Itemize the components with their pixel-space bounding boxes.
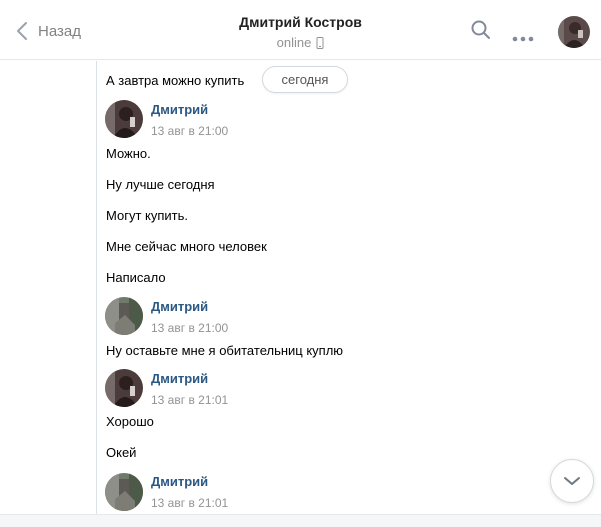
message-text: Можно. [106,146,151,161]
message-text: Окей [106,445,137,460]
avatar[interactable] [105,100,143,138]
scroll-to-bottom-button[interactable] [550,459,594,503]
message-time[interactable]: 13 авг в 21:00 [151,321,228,335]
chevron-left-icon [17,22,27,40]
message-text: Могут купить. [106,208,188,223]
message-text: Хорошо [106,414,154,429]
avatar[interactable] [105,297,143,335]
composer-bar [0,514,601,527]
mobile-phone-icon [316,36,324,49]
avatar[interactable] [105,369,143,407]
back-button[interactable]: Назад [16,18,81,44]
online-status: online [277,35,325,50]
message-text: Ну лучше сегодня [106,177,215,192]
search-icon [471,20,490,39]
search-button[interactable] [471,20,491,45]
header-avatar[interactable] [558,16,590,48]
message-text: Ну оставьте мне я обитательниц куплю [106,343,344,358]
history-divider [96,61,97,514]
chat-title: Дмитрий Костров [239,14,362,30]
sender-name[interactable]: Дмитрий [151,371,208,386]
message-text: А завтра можно купить [106,73,245,88]
avatar[interactable] [105,473,143,511]
message-text: Мне сейчас много человек [106,239,267,254]
chat-title-block: Дмитрий Костров online [0,14,601,52]
more-button[interactable] [512,29,534,47]
date-divider: сегодня [262,66,348,93]
back-label: Назад [38,22,81,40]
status-text: online [276,35,312,50]
more-dots-icon [512,36,534,42]
sender-name[interactable]: Дмитрий [151,474,208,489]
message-time[interactable]: 13 авг в 21:00 [151,124,228,138]
sender-name[interactable]: Дмитрий [151,102,208,117]
chat-header: Назад Дмитрий Костров online [0,0,601,60]
chevron-down-icon [564,477,580,485]
message-text: Написало [106,270,166,285]
sender-name[interactable]: Дмитрий [151,299,208,314]
message-time[interactable]: 13 авг в 21:01 [151,393,228,407]
message-time[interactable]: 13 авг в 21:01 [151,496,228,510]
